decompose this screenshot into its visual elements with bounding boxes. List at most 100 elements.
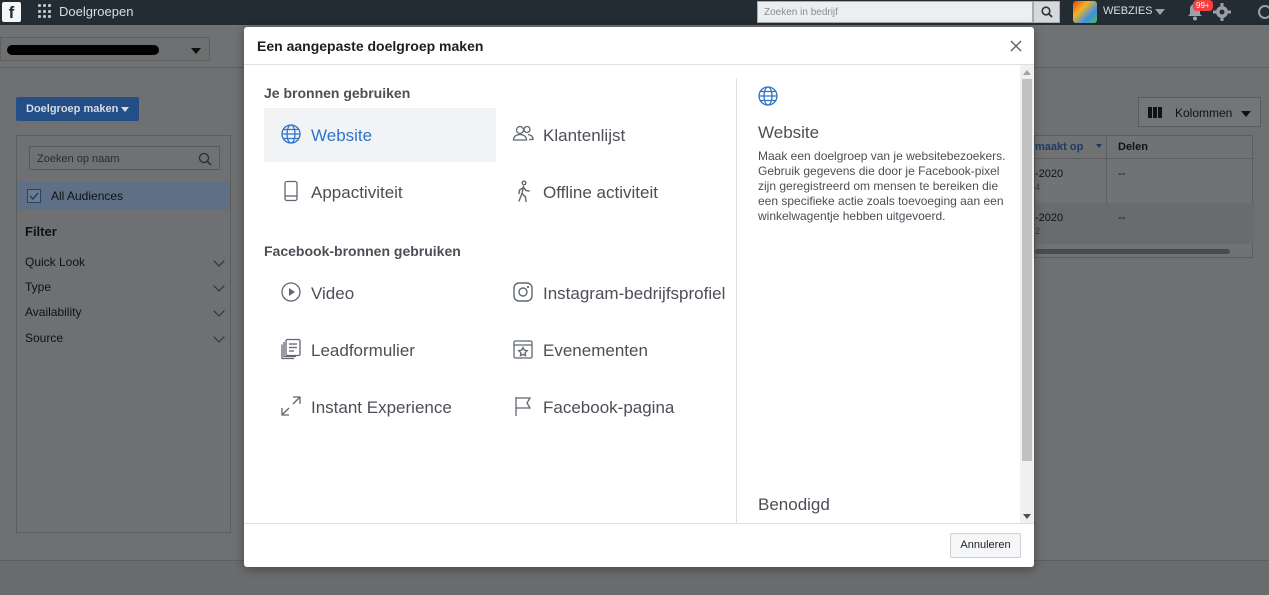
option-video[interactable]: Video [264,266,496,320]
chevron-down-icon [191,48,201,54]
option-label: Video [311,284,355,303]
option-label: Klantenlijst [543,126,626,145]
table-cell-share: -- [1118,168,1126,180]
table-cell-share: -- [1118,212,1126,224]
search-icon [1041,6,1053,18]
option-website[interactable]: Website [264,108,496,162]
table-horizontal-scrollbar[interactable] [1035,249,1230,254]
create-audience-label: Doelgroep maken [26,103,119,115]
chevron-down-icon [121,107,129,112]
chevron-down-icon [1241,111,1251,117]
table-cell-date: -2020 [1035,168,1064,180]
play-circle-icon [281,282,301,302]
dialog-header: Een aangepaste doelgroep maken [244,27,1034,65]
chevron-down-icon[interactable] [1155,9,1165,15]
chevron-down-icon [213,280,225,292]
dialog-footer: Annuleren [244,523,1034,567]
columns-button[interactable]: Kolommen [1138,97,1261,127]
top-navigation-bar: f Doelgroepen Zoeken in bedrijf WEBZIES … [0,0,1269,25]
filter-label: Type [25,280,52,294]
column-header-created[interactable]: maakt op [1035,136,1083,158]
redacted-account-name [7,45,159,55]
ad-account-select[interactable] [0,37,210,61]
chevron-down-icon [213,305,225,317]
chevron-down-icon [213,331,225,343]
option-label: Evenementen [543,341,648,360]
detail-description: Maak een doelgroep van je websitebezoeke… [758,149,1006,223]
columns-label: Kolommen [1175,106,1233,120]
column-header-share[interactable]: Delen [1118,136,1148,158]
option-label: Offline activiteit [543,183,658,202]
help-icon[interactable] [1258,5,1269,19]
app-title[interactable]: Doelgroepen [59,4,133,19]
create-audience-button[interactable]: Doelgroep maken [16,97,139,121]
scroll-down-icon[interactable] [1023,514,1031,519]
filter-quick-look[interactable]: Quick Look [25,255,225,269]
dialog-scrollbar[interactable] [1020,65,1034,523]
create-custom-audience-dialog: Een aangepaste doelgroep maken Je bronne… [244,27,1034,567]
option-label: Leadformulier [311,341,415,360]
mobile-phone-icon [284,180,298,202]
filter-label: Quick Look [25,255,86,269]
audience-table: maakt op Delen -2020 4 -- -2020 2 -- [1034,135,1254,258]
calendar-star-icon [513,340,533,359]
all-audiences-filter[interactable]: All Audiences [17,182,230,210]
business-name[interactable]: WEBZIES [1103,5,1153,17]
table-cell-sub: 2 [1035,226,1041,236]
filter-label: Availability [25,305,82,319]
section-heading-facebook-sources: Facebook-bronnen gebruiken [264,243,461,259]
search-button[interactable] [1033,1,1060,23]
business-search-input[interactable]: Zoeken in bedrijf [757,1,1033,23]
columns-icon [1148,107,1162,118]
cancel-button[interactable]: Annuleren [950,533,1021,558]
option-instant-experience[interactable]: Instant Experience [264,380,496,434]
name-search-input[interactable]: Zoeken op naam [29,146,220,170]
globe-icon [758,86,778,106]
globe-icon [281,124,301,144]
required-heading: Benodigd [758,495,830,514]
filter-type[interactable]: Type [25,280,225,294]
close-icon[interactable] [1006,36,1026,56]
facebook-logo-icon[interactable]: f [2,2,21,22]
option-instagram-profile[interactable]: Instagram-bedrijfsprofiel [496,266,728,320]
search-icon [198,152,212,166]
filter-source[interactable]: Source [25,331,225,345]
checkbox-icon[interactable] [27,189,41,203]
detail-title: Website [758,123,820,142]
scroll-up-icon[interactable] [1023,70,1031,75]
option-events[interactable]: Evenementen [496,323,728,377]
option-label: Website [311,126,373,145]
business-logo[interactable] [1073,1,1097,23]
dialog-title: Een aangepaste doelgroep maken [257,38,484,54]
option-label: Facebook-pagina [543,398,675,417]
option-label: Instagram-bedrijfsprofiel [543,284,726,303]
option-label: Instant Experience [311,398,452,417]
option-offline-activity[interactable]: Offline activiteit [496,165,728,219]
walking-person-icon [518,180,530,202]
section-heading-own-sources: Je bronnen gebruiken [264,85,411,101]
notification-badge: 99+ [1193,0,1213,11]
people-icon [512,125,534,141]
dialog-body: Je bronnen gebruiken Website Klantenlijs… [244,65,1034,523]
panel-divider [736,78,737,523]
sort-down-icon[interactable] [1096,144,1102,148]
filter-availability[interactable]: Availability [25,305,225,319]
option-lead-form[interactable]: Leadformulier [264,323,496,377]
lead-form-icon [281,338,301,360]
gear-icon[interactable] [1213,3,1231,21]
option-customer-list[interactable]: Klantenlijst [496,108,728,162]
filter-label: Source [25,331,64,345]
all-audiences-label: All Audiences [51,189,124,203]
instagram-icon [513,282,533,302]
table-cell-date: -2020 [1035,212,1064,224]
option-label: Appactiviteit [311,183,403,202]
scroll-thumb[interactable] [1022,79,1032,461]
chevron-down-icon [213,255,225,267]
apps-grid-icon[interactable] [38,4,53,19]
audience-sidebar: Zoeken op naam All Audiences Filter Quic… [16,135,231,533]
flag-icon [515,397,532,416]
filter-heading: Filter [25,224,57,239]
option-facebook-page[interactable]: Facebook-pagina [496,380,728,434]
expand-icon [281,396,301,416]
option-app-activity[interactable]: Appactiviteit [264,165,496,219]
